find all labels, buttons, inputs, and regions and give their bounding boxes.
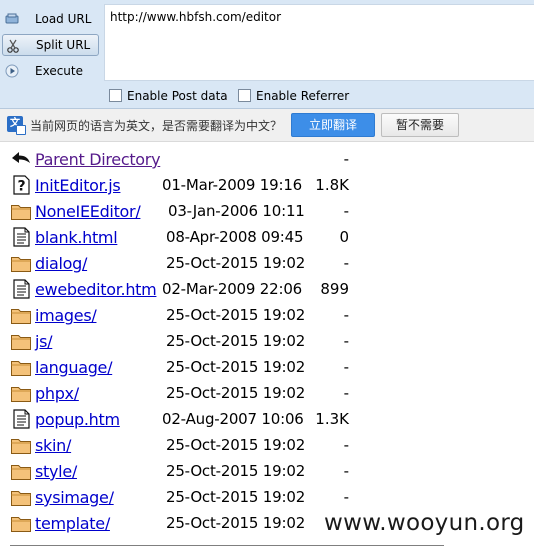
entry-date: 03-Jan-2006 10:11	[168, 202, 305, 220]
entry-link[interactable]: ewebeditor.htm	[35, 280, 157, 299]
entry-link[interactable]: language/	[35, 358, 112, 377]
folder-icon	[10, 331, 32, 351]
unknown-file-icon: ?	[10, 175, 32, 195]
entry-link[interactable]: NoneIEEditor/	[35, 202, 141, 221]
list-item: sysimage/25-Oct-2015 19:02 -	[0, 484, 534, 510]
entry-link[interactable]: skin/	[35, 436, 71, 455]
entry-date: 01-Mar-2009 19:16	[162, 176, 303, 194]
list-item: NoneIEEditor/03-Jan-2006 10:11 -	[0, 198, 534, 224]
entry-size: -	[343, 462, 349, 480]
horizontal-rule	[10, 545, 444, 546]
text-file-icon	[10, 227, 32, 247]
entry-link[interactable]: template/	[35, 514, 110, 533]
entry-date: 25-Oct-2015 19:02	[166, 514, 306, 532]
watermark-text: www.wooyun.org	[324, 510, 525, 536]
entry-date: 25-Oct-2015 19:02	[166, 384, 306, 402]
execute-button[interactable]: Execute	[2, 60, 99, 82]
entry-date: 25-Oct-2015 19:02	[166, 332, 306, 350]
folder-icon	[10, 253, 32, 273]
entry-size: -	[343, 436, 349, 454]
list-item: dialog/25-Oct-2015 19:02 -	[0, 250, 534, 276]
enable-post-checkbox[interactable]	[109, 89, 122, 102]
entry-link[interactable]: blank.html	[35, 228, 118, 247]
play-icon	[5, 64, 19, 78]
folder-icon	[10, 461, 32, 481]
folder-icon	[10, 357, 32, 377]
entry-date: 25-Oct-2015 19:02	[166, 436, 306, 454]
directory-listing: Parent Directory - ? InitEditor.js 01-Mar-…	[0, 146, 534, 536]
entry-link[interactable]: popup.htm	[35, 410, 120, 429]
hackbar-toolbar: Load URL Split URL Execute http://www.hb…	[0, 0, 534, 109]
entry-date: 25-Oct-2015 19:02	[166, 306, 306, 324]
entry-date: 25-Oct-2015 19:02	[166, 254, 306, 272]
translate-now-button[interactable]: 立即翻译	[291, 113, 375, 137]
list-item: images/25-Oct-2015 19:02 -	[0, 302, 534, 328]
enable-referrer-label: Enable Referrer	[256, 89, 350, 103]
entry-date: 25-Oct-2015 19:02	[166, 462, 306, 480]
entry-date: 02-Mar-2009 22:06	[162, 280, 303, 298]
entry-date: 25-Oct-2015 19:02	[166, 358, 306, 376]
url-textarea[interactable]: http://www.hbfsh.com/editor	[104, 4, 534, 81]
entry-date: 02-Aug-2007 10:06	[162, 410, 304, 428]
list-item: popup.htm 02-Aug-2007 10:06 1.3K	[0, 406, 534, 432]
translate-message: 当前网页的语言为英文，是否需要翻译为中文？	[30, 119, 283, 133]
translate-icon: 文	[7, 116, 26, 135]
list-item: phpx/25-Oct-2015 19:02 -	[0, 380, 534, 406]
entry-size: -	[343, 358, 349, 376]
entry-link[interactable]: js/	[35, 332, 53, 351]
entry-list: ? InitEditor.js 01-Mar-2009 19:16 1.8K NoneI…	[0, 172, 534, 536]
entry-size: -	[343, 384, 349, 402]
folder-icon	[10, 201, 32, 221]
entry-size: 1.3K	[315, 410, 349, 428]
entry-link[interactable]: images/	[35, 306, 97, 325]
list-item: ewebeditor.htm 02-Mar-2009 22:06 899	[0, 276, 534, 302]
entry-link[interactable]: InitEditor.js	[35, 176, 121, 195]
translate-bar: 文 当前网页的语言为英文，是否需要翻译为中文？ 立即翻译 暂不需要	[0, 109, 534, 142]
enable-post-label: Enable Post data	[127, 89, 228, 103]
entry-size: -	[343, 254, 349, 272]
folder-icon	[10, 383, 32, 403]
entry-link[interactable]: phpx/	[35, 384, 79, 403]
entry-date: 08-Apr-2008 09:45	[166, 228, 304, 246]
text-file-icon	[10, 409, 32, 429]
list-item: skin/25-Oct-2015 19:02 -	[0, 432, 534, 458]
folder-icon	[10, 513, 32, 533]
entry-size: -	[343, 150, 349, 168]
entry-size: 1.8K	[315, 176, 349, 194]
list-item: style/25-Oct-2015 19:02 -	[0, 458, 534, 484]
entry-link[interactable]: style/	[35, 462, 77, 481]
entry-size: 899	[320, 280, 349, 298]
parent-directory-link[interactable]: Parent Directory	[35, 150, 161, 169]
text-file-icon	[10, 279, 32, 299]
entry-link[interactable]: sysimage/	[35, 488, 114, 507]
list-item: blank.html 08-Apr-2008 09:45 0	[0, 224, 534, 250]
scissors-icon	[7, 39, 19, 53]
svg-text:?: ?	[17, 179, 25, 195]
folder-icon	[10, 487, 32, 507]
enable-post-option[interactable]: Enable Post data	[109, 88, 228, 104]
folder-icon	[10, 305, 32, 325]
load-url-label: Load URL	[35, 12, 92, 26]
entry-size: -	[343, 332, 349, 350]
entry-link[interactable]: dialog/	[35, 254, 87, 273]
execute-label: Execute	[35, 64, 83, 78]
parent-directory-row: Parent Directory -	[0, 146, 534, 172]
entry-size: -	[343, 488, 349, 506]
load-url-button[interactable]: Load URL	[2, 8, 99, 30]
list-item: language/25-Oct-2015 19:02 -	[0, 354, 534, 380]
split-url-button[interactable]: Split URL	[2, 34, 99, 56]
list-item: ? InitEditor.js 01-Mar-2009 19:16 1.8K	[0, 172, 534, 198]
entry-size: 0	[339, 228, 349, 246]
list-item: js/25-Oct-2015 19:02 -	[0, 328, 534, 354]
enable-referrer-option[interactable]: Enable Referrer	[238, 88, 349, 104]
entry-size: -	[343, 202, 349, 220]
load-url-icon	[5, 13, 19, 24]
enable-referrer-checkbox[interactable]	[238, 89, 251, 102]
folder-icon	[10, 435, 32, 455]
entry-size: -	[343, 306, 349, 324]
back-arrow-icon	[12, 152, 30, 163]
split-url-label: Split URL	[36, 38, 91, 52]
entry-date: 25-Oct-2015 19:02	[166, 488, 306, 506]
not-now-button[interactable]: 暂不需要	[381, 113, 459, 137]
